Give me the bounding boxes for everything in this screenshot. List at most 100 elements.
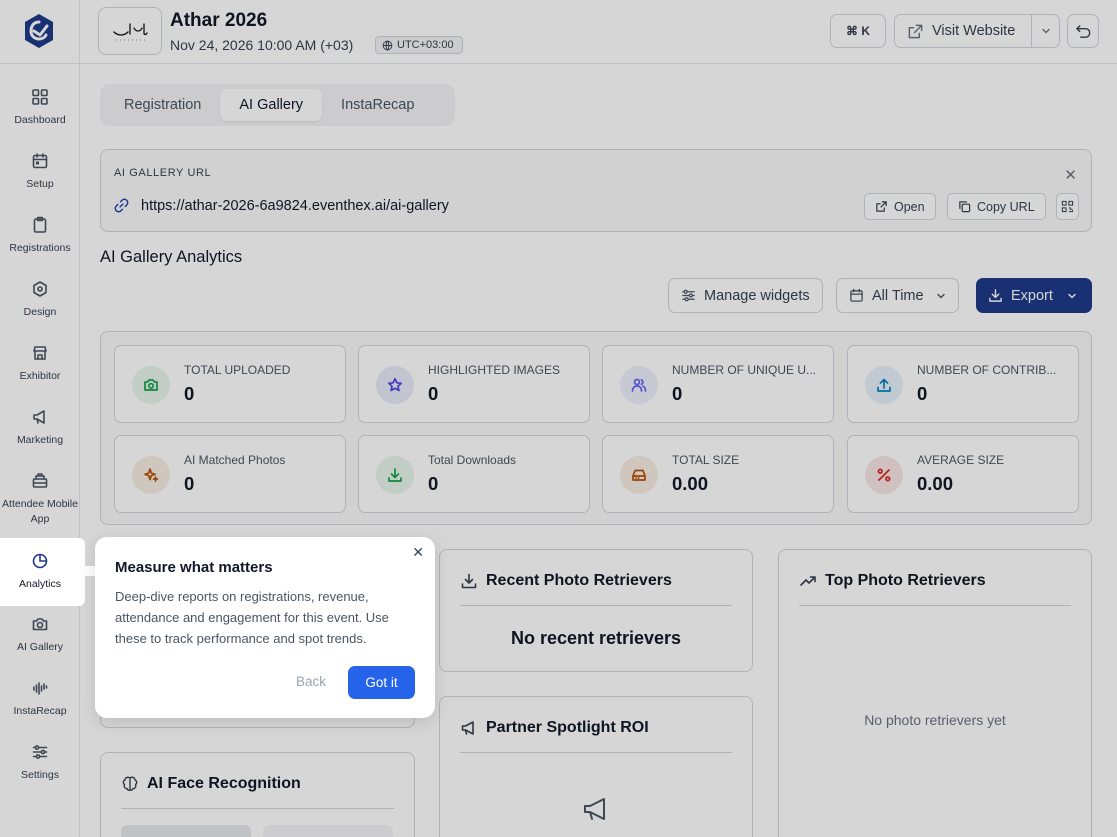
gallery-url-label: AI GALLERY URL: [114, 167, 212, 179]
tab-instarecap[interactable]: InstaRecap: [322, 89, 433, 121]
time-range-select[interactable]: All Time: [836, 278, 959, 313]
sidebar-item-design[interactable]: Design: [0, 280, 80, 320]
stat-label: HIGHLIGHTED IMAGES: [428, 363, 561, 377]
event-logo[interactable]: [98, 7, 162, 55]
undo-icon: [1075, 24, 1090, 38]
visit-website-label: Visit Website: [932, 23, 1016, 39]
stat-label: NUMBER OF CONTRIB...: [917, 363, 1057, 377]
stat-value: 0: [184, 473, 195, 494]
megaphone-icon: [461, 721, 474, 735]
stat-label: AVERAGE SIZE: [917, 453, 1005, 467]
top-header: Athar 2026 Nov 24, 2026 10:00 AM (+03) U…: [80, 0, 1117, 64]
sidebar-item-analytics-highlight[interactable]: Analytics: [0, 538, 80, 606]
visit-website-button[interactable]: Visit Website: [894, 14, 1060, 48]
sidebar-item-attendee-mobile-app[interactable]: Attendee Mobile App: [0, 472, 80, 527]
close-icon[interactable]: ✕: [412, 544, 424, 561]
top-retrievers-card: Top Photo Retrievers No photo retrievers…: [778, 549, 1092, 837]
chevron-down-icon: [936, 293, 945, 298]
stat-label: NUMBER OF UNIQUE U...: [672, 363, 817, 377]
sidebar-item-settings[interactable]: Settings: [0, 743, 80, 783]
stat-label: TOTAL SIZE: [672, 453, 740, 467]
recent-retrievers-card: Recent Photo Retrievers No recent retrie…: [439, 549, 753, 672]
tab-bar: Registration AI Gallery InstaRecap: [100, 84, 455, 126]
clipboard-icon: [33, 216, 47, 233]
chevron-down-icon: [1041, 28, 1050, 34]
sidebar-item-ai-gallery[interactable]: AI Gallery: [0, 615, 80, 655]
stat-icon-wrap: [620, 456, 658, 494]
tour-back-button[interactable]: Back: [296, 674, 326, 689]
analytics-section-title: AI Gallery Analytics: [100, 248, 243, 266]
star-icon: [387, 377, 403, 392]
percent-icon: [877, 468, 891, 482]
export-label: Export: [1011, 287, 1053, 304]
stat-card-total-uploaded: TOTAL UPLOADED 0: [114, 345, 346, 423]
tour-got-it-button[interactable]: Got it: [348, 666, 415, 699]
design-icon: [33, 281, 47, 297]
camera-icon: [32, 618, 48, 631]
pie-chart-icon: [32, 553, 48, 569]
sidebar-item-label: Settings: [21, 769, 59, 781]
copy-url-button[interactable]: Copy URL: [947, 193, 1046, 220]
gallery-url-text[interactable]: https://athar-2026-6a9824.eventhex.ai/ai…: [141, 198, 449, 214]
tour-body: Deep-dive reports on registrations, reve…: [115, 589, 389, 646]
qr-code-button[interactable]: [1056, 193, 1079, 220]
sidebar-item-registrations[interactable]: Registrations: [0, 216, 80, 256]
partner-roi-card: Partner Spotlight ROI: [439, 696, 753, 837]
store-icon: [33, 346, 47, 360]
sidebar-item-label: Dashboard: [14, 114, 66, 126]
external-link-icon: [908, 24, 923, 38]
event-title: Athar 2026: [170, 10, 268, 31]
command-palette-button[interactable]: ⌘ K: [830, 14, 886, 48]
event-date: Nov 24, 2026 10:00 AM (+03): [170, 37, 354, 53]
calendar-icon: [32, 153, 48, 169]
copy-url-label: Copy URL: [977, 199, 1035, 214]
sidebar-item-setup[interactable]: Setup: [0, 152, 80, 192]
download-icon: [461, 573, 477, 589]
sidebar-divider: [0, 63, 80, 64]
card-divider: [460, 605, 732, 606]
undo-button[interactable]: [1067, 14, 1099, 48]
stat-value: 0: [917, 383, 928, 404]
app-logo-icon[interactable]: [20, 12, 58, 50]
download-icon: [989, 289, 1002, 302]
export-button[interactable]: Export: [976, 278, 1092, 313]
sidebar-item-marketing[interactable]: Marketing: [0, 408, 80, 448]
stat-icon-wrap: [865, 366, 903, 404]
sidebar-item-instarecap[interactable]: InstaRecap: [0, 679, 80, 719]
stat-card-ai-matched-photos: AI Matched Photos 0: [114, 435, 346, 513]
sidebar-item-dashboard[interactable]: Dashboard: [0, 88, 80, 128]
open-url-button[interactable]: Open: [864, 193, 936, 220]
card-divider: [460, 752, 732, 753]
manage-widgets-button[interactable]: Manage widgets: [668, 278, 823, 313]
tab-ai-gallery[interactable]: AI Gallery: [220, 89, 323, 121]
top-retrievers-title: Top Photo Retrievers: [799, 572, 986, 590]
sidebar-item-exhibitor[interactable]: Exhibitor: [0, 344, 80, 384]
stat-icon-wrap: [132, 456, 170, 494]
stat-label: TOTAL UPLOADED: [184, 363, 291, 377]
placeholder-chip: [263, 825, 393, 837]
event-logo-mark-icon: [113, 23, 148, 41]
sliders-icon: [32, 745, 48, 759]
card-title-text: Recent Photo Retrievers: [486, 572, 672, 589]
sparkles-icon: [144, 468, 159, 482]
recent-retrievers-title: Recent Photo Retrievers: [460, 572, 672, 590]
megaphone-icon: [33, 410, 45, 424]
stat-card-total-size: TOTAL SIZE 0.00: [602, 435, 834, 513]
stat-card-contributors: NUMBER OF CONTRIB... 0: [847, 345, 1079, 423]
tab-registration[interactable]: Registration: [105, 89, 220, 121]
brain-icon: [122, 776, 138, 791]
sidebar-item-label: AI Gallery: [16, 641, 64, 653]
sidebar-item-label: InstaRecap: [13, 705, 67, 717]
timezone-badge: UTC+03:00: [375, 36, 463, 54]
close-icon[interactable]: ✕: [1064, 166, 1077, 184]
stat-value: 0.00: [917, 473, 954, 494]
visit-website-main[interactable]: Visit Website: [895, 23, 1031, 40]
sidebar-item-label: Marketing: [16, 434, 64, 446]
stat-card-average-size: AVERAGE SIZE 0.00: [847, 435, 1079, 513]
stat-icon-wrap: [132, 366, 170, 404]
visit-website-dropdown[interactable]: [1032, 26, 1059, 36]
placeholder-chip: [121, 825, 251, 837]
globe-icon: [382, 40, 393, 51]
time-range-label: All Time: [872, 287, 924, 304]
sidebar-item-label: Exhibitor: [19, 370, 61, 382]
